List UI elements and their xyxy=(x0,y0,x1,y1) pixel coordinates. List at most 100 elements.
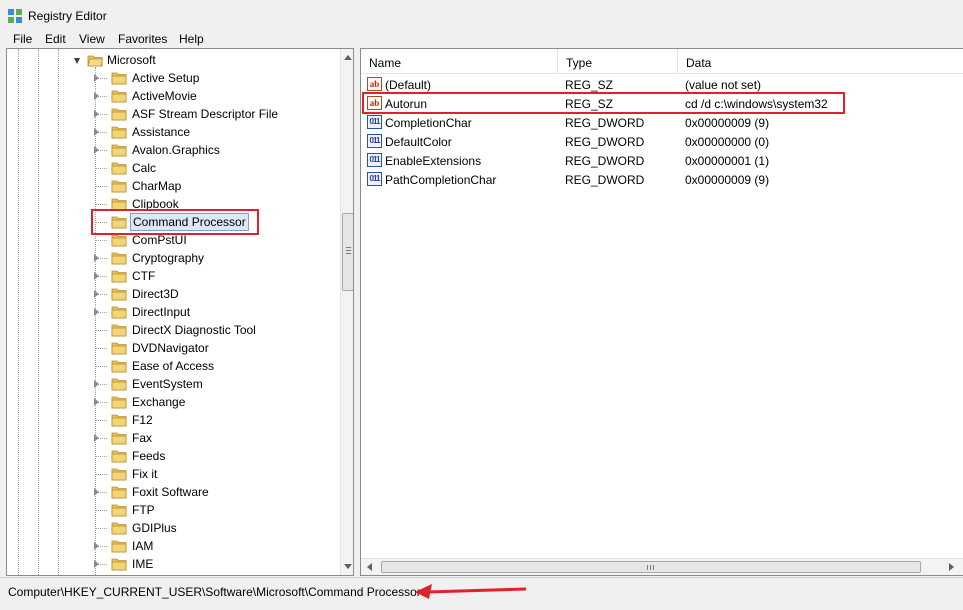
annotation-arrow-icon xyxy=(415,584,527,599)
value-data-cell: cd /d c:\windows\system32 xyxy=(685,97,828,111)
tree-item-label: Exchange xyxy=(132,395,186,409)
tree-item[interactable]: Cryptography xyxy=(7,249,340,267)
tree-scroll-thumb[interactable] xyxy=(342,213,353,291)
column-header-name[interactable]: Name xyxy=(361,49,557,74)
tree-item[interactable]: Calc xyxy=(7,159,340,177)
expand-arrow-icon[interactable] xyxy=(94,308,99,316)
tree-item[interactable]: FTP xyxy=(7,501,340,519)
tree-item[interactable]: GDIPlus xyxy=(7,519,340,537)
folder-icon xyxy=(111,360,127,373)
tree-item[interactable]: CTF xyxy=(7,267,340,285)
expand-arrow-icon[interactable] xyxy=(94,128,99,136)
tree-connector xyxy=(95,330,107,331)
column-header-label: Data xyxy=(686,56,712,70)
tree-item[interactable]: Ease of Access xyxy=(7,357,340,375)
tree-item[interactable]: Exchange xyxy=(7,393,340,411)
value-name-cell: DefaultColor xyxy=(385,135,452,149)
folder-icon xyxy=(111,450,127,463)
menu-bar: File Edit View Favorites Help xyxy=(0,30,963,48)
value-row[interactable]: 011 PathCompletionChar REG_DWORD 0x00000009… xyxy=(361,170,963,189)
value-row[interactable]: 011 DefaultColor REG_DWORD 0x00000000 (0) xyxy=(361,132,963,151)
tree-item[interactable]: Fix it xyxy=(7,465,340,483)
tree-item[interactable]: ActiveMovie xyxy=(7,87,340,105)
tree-item[interactable]: ASF Stream Descriptor File xyxy=(7,105,340,123)
tree-item[interactable]: Active Setup xyxy=(7,69,340,87)
tree-item[interactable]: DirectInput xyxy=(7,303,340,321)
scroll-up-arrow-icon[interactable] xyxy=(344,55,352,60)
value-name-cell: CompletionChar xyxy=(385,116,472,130)
expand-arrow-icon[interactable] xyxy=(94,92,99,100)
tree-vertical-scrollbar[interactable] xyxy=(340,49,353,575)
tree-item[interactable]: EventSystem xyxy=(7,375,340,393)
expand-arrow-icon[interactable] xyxy=(94,272,99,280)
tree-item-label: GDIPlus xyxy=(132,521,177,535)
tree-item[interactable]: IME xyxy=(7,555,340,573)
tree-connector xyxy=(95,204,107,205)
value-row[interactable]: 011 CompletionChar REG_DWORD 0x00000009 (9) xyxy=(361,113,963,132)
tree-item[interactable]: Assistance xyxy=(7,123,340,141)
expand-arrow-icon[interactable] xyxy=(94,74,99,82)
list-scroll-thumb[interactable] xyxy=(381,561,921,573)
tree-item-microsoft[interactable]: Microsoft xyxy=(7,51,340,69)
expand-arrow-icon[interactable] xyxy=(94,398,99,406)
expand-arrow-icon[interactable] xyxy=(94,434,99,442)
menu-file[interactable]: File xyxy=(13,32,32,46)
scroll-right-arrow-icon[interactable] xyxy=(949,563,954,571)
expand-arrow-icon[interactable] xyxy=(94,488,99,496)
value-type-cell: REG_SZ xyxy=(565,97,614,111)
expand-arrow-icon[interactable] xyxy=(94,146,99,154)
scroll-down-arrow-icon[interactable] xyxy=(344,564,352,569)
tree-item[interactable]: IAM xyxy=(7,537,340,555)
expand-arrow-icon[interactable] xyxy=(94,560,99,568)
registry-editor-icon xyxy=(8,9,22,23)
folder-icon xyxy=(111,90,127,103)
tree-item[interactable]: Direct3D xyxy=(7,285,340,303)
column-header-type[interactable]: Type xyxy=(558,49,677,74)
folder-icon xyxy=(111,252,127,265)
tree-item-label: CharMap xyxy=(132,179,182,193)
folder-icon xyxy=(111,72,127,85)
key-tree-pane[interactable]: Microsoft Active Setup ActiveMovie ASF Str… xyxy=(6,48,354,576)
tree-item[interactable]: Fax xyxy=(7,429,340,447)
scroll-left-arrow-icon[interactable] xyxy=(367,563,372,571)
expand-arrow-icon[interactable] xyxy=(94,290,99,298)
tree-item-label: Direct3D xyxy=(132,287,179,301)
list-horizontal-scrollbar[interactable] xyxy=(361,558,963,575)
tree-item[interactable]: Feeds xyxy=(7,447,340,465)
value-row[interactable]: ab (Default) REG_SZ (value not set) xyxy=(361,75,963,94)
menu-edit[interactable]: Edit xyxy=(45,32,66,46)
tree-item-label: ASF Stream Descriptor File xyxy=(132,107,279,121)
tree-item[interactable]: DirectX Diagnostic Tool xyxy=(7,321,340,339)
value-list-pane[interactable]: Name Type Data ab (Default) REG_SZ (value n… xyxy=(360,48,963,576)
tree-item[interactable]: Avalon.Graphics xyxy=(7,141,340,159)
tree-item-selected[interactable]: Command Processor xyxy=(7,213,340,231)
folder-icon xyxy=(111,414,127,427)
folder-icon xyxy=(111,540,127,553)
expand-arrow-icon[interactable] xyxy=(94,542,99,550)
grip-line xyxy=(647,565,648,570)
collapse-arrow-icon[interactable] xyxy=(74,58,80,64)
binary-value-icon: 011 xyxy=(367,153,382,167)
folder-icon xyxy=(111,342,127,355)
value-row[interactable]: ab Autorun REG_SZ cd /d c:\windows\system32 xyxy=(361,94,963,113)
menu-favorites[interactable]: Favorites xyxy=(118,32,167,46)
expand-arrow-icon[interactable] xyxy=(94,110,99,118)
folder-icon xyxy=(111,180,127,193)
tree-item-label: IME xyxy=(132,557,154,571)
tree-item[interactable]: Foxit Software xyxy=(7,483,340,501)
expand-arrow-icon[interactable] xyxy=(94,254,99,262)
tree-connector xyxy=(95,456,107,457)
expand-arrow-icon[interactable] xyxy=(94,380,99,388)
column-header-data[interactable]: Data xyxy=(678,49,963,74)
folder-icon xyxy=(111,522,127,535)
tree-item[interactable]: DVDNavigator xyxy=(7,339,340,357)
folder-icon xyxy=(111,558,127,571)
menu-help[interactable]: Help xyxy=(179,32,204,46)
tree-item-label: Command Processor xyxy=(130,213,249,231)
menu-view[interactable]: View xyxy=(79,32,105,46)
tree-item[interactable]: CharMap xyxy=(7,177,340,195)
value-row[interactable]: 011 EnableExtensions REG_DWORD 0x00000001 (… xyxy=(361,151,963,170)
tree-item[interactable]: Clipbook xyxy=(7,195,340,213)
tree-item[interactable]: F12 xyxy=(7,411,340,429)
tree-item[interactable]: ComPstUI xyxy=(7,231,340,249)
